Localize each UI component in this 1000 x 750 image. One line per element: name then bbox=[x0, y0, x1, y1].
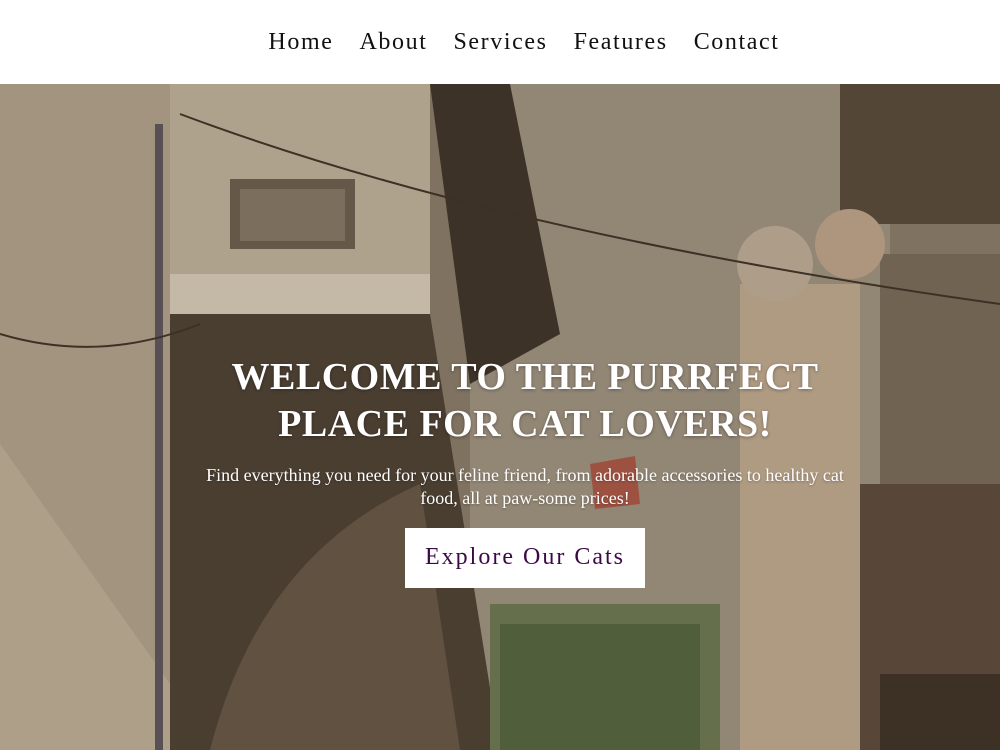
explore-cats-button[interactable]: Explore Our Cats bbox=[405, 528, 645, 588]
hero-section: WELCOME TO THE PURRFECT PLACE FOR CAT LO… bbox=[0, 84, 1000, 750]
hero-subtitle: Find everything you need for your feline… bbox=[206, 465, 844, 508]
top-navigation: Home About Services Features Contact bbox=[0, 0, 1000, 84]
hero-title: WELCOME TO THE PURRFECT PLACE FOR CAT LO… bbox=[231, 356, 819, 445]
hero-content: WELCOME TO THE PURRFECT PLACE FOR CAT LO… bbox=[0, 354, 1000, 588]
nav-link-home[interactable]: Home bbox=[255, 29, 346, 56]
nav-link-contact[interactable]: Contact bbox=[681, 29, 793, 56]
nav-link-features[interactable]: Features bbox=[561, 29, 681, 56]
nav-link-about[interactable]: About bbox=[346, 29, 440, 56]
nav-menu: Home About Services Features Contact bbox=[255, 29, 792, 56]
nav-link-services[interactable]: Services bbox=[440, 29, 560, 56]
